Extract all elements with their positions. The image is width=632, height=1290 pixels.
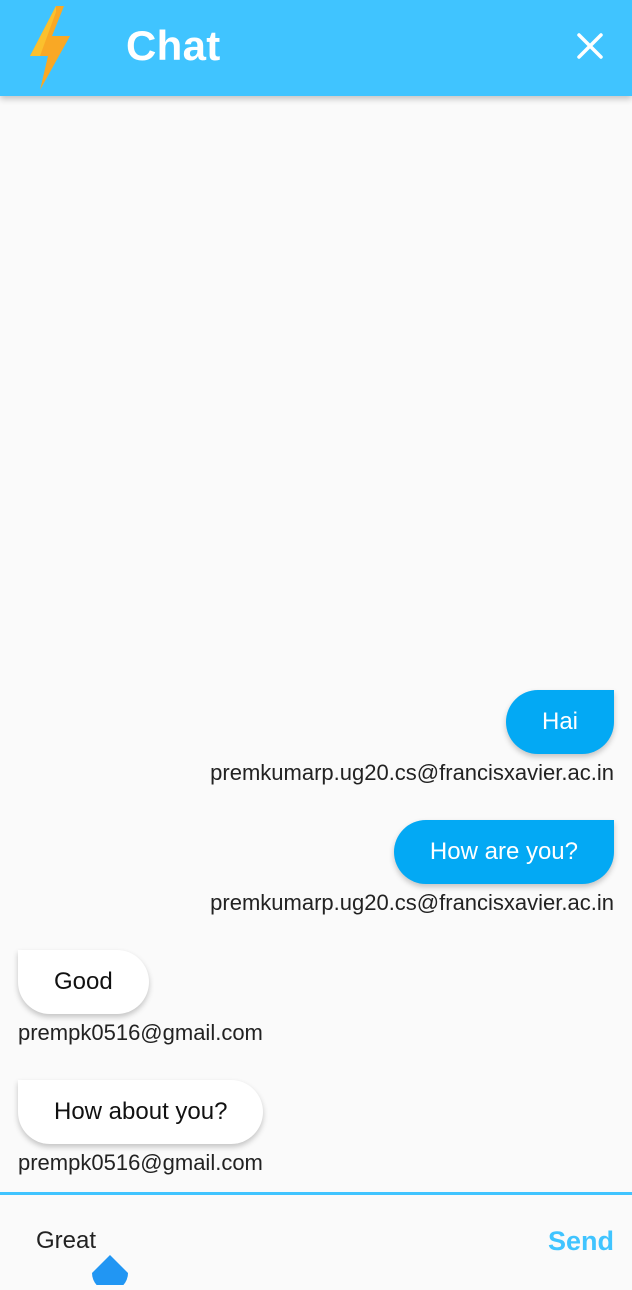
page-title: Chat <box>126 22 221 69</box>
message-sender: prempk0516@gmail.com <box>18 1150 263 1175</box>
message-sender: premkumarp.ug20.cs@francisxavier.ac.in <box>210 890 614 915</box>
lightning-bolt-icon <box>26 4 74 92</box>
message-item: Hai premkumarp.ug20.cs@francisxavier.ac.… <box>210 690 614 788</box>
send-button[interactable]: Send <box>530 1221 614 1261</box>
message-composer: Send <box>0 1192 632 1290</box>
message-list[interactable]: Hai premkumarp.ug20.cs@francisxavier.ac.… <box>0 96 632 1192</box>
message-bubble: Hai <box>505 690 614 754</box>
app-bar: Chat <box>0 0 632 96</box>
text-cursor-handle[interactable] <box>90 1255 130 1290</box>
message-item: Good prempk0516@gmail.com <box>18 950 263 1048</box>
message-bubble: How about you? <box>18 1080 264 1144</box>
message-bubble: How are you? <box>393 820 614 884</box>
message-bubble: Good <box>18 950 149 1014</box>
message-sender: prempk0516@gmail.com <box>18 1020 263 1045</box>
message-item: How about you? prempk0516@gmail.com <box>18 1080 264 1178</box>
close-button[interactable] <box>566 22 614 70</box>
close-icon <box>577 33 603 59</box>
message-item: How are you? premkumarp.ug20.cs@francisx… <box>210 820 614 918</box>
message-sender: premkumarp.ug20.cs@francisxavier.ac.in <box>210 760 614 785</box>
